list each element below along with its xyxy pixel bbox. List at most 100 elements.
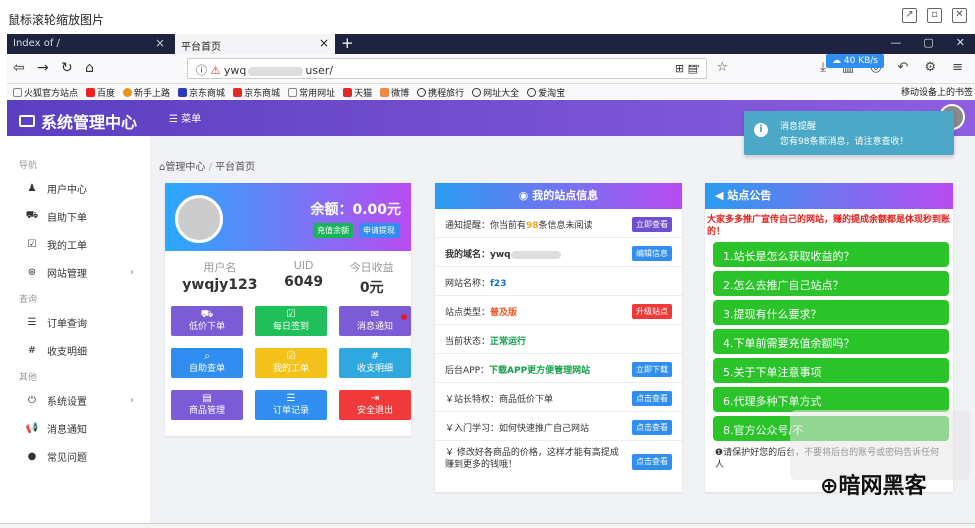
close-tab-icon[interactable]: × [155, 36, 165, 50]
notice-item[interactable]: 4.下单前需要充值余额吗？ [713, 329, 949, 354]
notice-item[interactable]: 5.关于下单注意事项 [713, 358, 949, 383]
bookmark-item[interactable]: 京东商城 [178, 85, 225, 99]
site-row: ￥站长特权：商品低价下单 点击查看 [435, 383, 682, 412]
row-text: 网站名称： [445, 279, 491, 289]
back-icon[interactable]: ⇦ [13, 60, 25, 76]
recharge-button[interactable]: 充值余额 [313, 223, 353, 238]
messages-button[interactable]: ✉ 消息通知 [339, 306, 411, 336]
restore-icon[interactable]: ▫ [927, 8, 942, 23]
click-view-button[interactable]: 点击查看 [632, 391, 672, 406]
popout-icon[interactable]: ↗ [902, 8, 917, 23]
bookmark-item[interactable]: 爱淘宝 [527, 85, 565, 99]
list-icon: ▤ [202, 393, 212, 404]
notice-title: 站点公告 [727, 189, 772, 202]
sidebar-item-settings[interactable]: ⏻ 系统设置 › [7, 386, 150, 414]
bookmark-item[interactable]: 天猫 [343, 85, 372, 99]
row-text: ￥站长特权：商品低价下单 [445, 395, 554, 405]
daily-checkin-button[interactable]: ☑ 每日签到 [255, 306, 327, 336]
maximize-icon[interactable]: ▢ [923, 36, 933, 49]
bookmark-item[interactable]: 微博 [380, 85, 409, 99]
row-highlight: 98 [526, 221, 539, 231]
hash-icon: # [27, 344, 37, 356]
sidebar-item-income[interactable]: # 收支明细 [7, 336, 150, 364]
forward-icon[interactable]: → [37, 60, 49, 76]
my-tickets-button[interactable]: ☑ 我的工单 [255, 348, 327, 378]
bookmark-label: 爱淘宝 [538, 88, 566, 99]
site-info-header: ◉ 我的站点信息 [435, 183, 682, 209]
close-tab-icon[interactable]: × [319, 36, 329, 50]
watermark: ⊕暗网黑客 [820, 474, 927, 499]
bookmark-label: 网址大全 [483, 88, 520, 99]
home-icon[interactable]: ⌂ [85, 60, 94, 76]
click-view-button[interactable]: 点击查看 [632, 420, 672, 435]
notice-item[interactable]: 2.怎么去推广自己站点？ [713, 271, 949, 296]
mobile-bookmarks[interactable]: 移动设备上的书签 [901, 85, 973, 98]
notice-item[interactable]: 1.站长是怎么获取收益的？ [713, 242, 949, 267]
order-record-button[interactable]: ☰ 订单记录 [255, 390, 327, 420]
withdraw-button[interactable]: 申请提现 [359, 223, 399, 238]
new-tab-button[interactable]: + [341, 34, 354, 52]
bookmark-item[interactable]: 网址大全 [472, 85, 519, 99]
sidebar-item-user-center[interactable]: ♟ 用户中心 [7, 174, 150, 202]
bookmark-item[interactable]: 常用网址 [288, 85, 335, 99]
sidebar-item-label: 订单查询 [47, 318, 87, 330]
reload-icon[interactable]: ↻ [61, 60, 73, 76]
url-prefix: ywq [223, 64, 247, 77]
bookmark-label: 天猫 [354, 88, 373, 99]
close-icon[interactable]: ✕ [952, 8, 967, 23]
undo-icon[interactable]: ↶ [898, 60, 909, 75]
sidebar-item-faq[interactable]: ● 常见问题 [7, 442, 150, 470]
user-icon: ♟ [27, 182, 37, 194]
brand[interactable]: 系统管理中心 [19, 109, 137, 133]
sidebar-item-order[interactable]: ⛟ 自助下单 [7, 202, 150, 230]
hash-icon: # [370, 351, 380, 362]
tab-index[interactable]: Index of / × [7, 34, 169, 54]
button-label: 安全退出 [356, 406, 393, 416]
more-icon[interactable]: ··· [688, 60, 700, 75]
breadcrumb-home[interactable]: 管理中心 [165, 162, 205, 173]
edit-info-button[interactable]: 编辑信息 [632, 246, 672, 261]
site-row: 通知提醒：你当前有98条信息未阅读 立即查看 [435, 209, 682, 238]
bookmark-item[interactable]: 携程旅行 [417, 85, 464, 99]
message-toast[interactable]: i 消息提醒 您有98条新消息，请注意查收！ [744, 111, 954, 155]
bookmark-item[interactable]: 新手上路 [123, 85, 170, 99]
bookmark-label: 新手上路 [134, 88, 171, 99]
download-app-button[interactable]: 立即下载 [632, 362, 672, 377]
download-speed-badge: ☁ 40 KB/s [826, 54, 884, 68]
menu-toggle[interactable]: ☰ 菜单 [169, 110, 201, 125]
bookmark-item[interactable]: 百度 [86, 85, 115, 99]
low-price-order-button[interactable]: ⛟ 低价下单 [171, 306, 243, 336]
sidebar-item-messages[interactable]: 📢 消息通知 [7, 414, 150, 442]
sidebar-item-tickets[interactable]: ☑ 我的工单 [7, 230, 150, 258]
view-now-button[interactable]: 立即查看 [632, 217, 672, 232]
site-info-title: 我的站点信息 [532, 189, 599, 202]
toast-title: 消息提醒 [780, 122, 817, 132]
image-viewer-bar: 鼠标滚轮缩放图片 ↗ ▫ ✕ [0, 0, 975, 34]
self-query-button[interactable]: ⌕ 自助查单 [171, 348, 243, 378]
url-bar[interactable]: ⓘ ⚠ ywq user/⊞ ▤ [187, 58, 707, 79]
site-row: 后台APP：下载APP更方便管理网站 立即下载 [435, 354, 682, 383]
window-close-icon[interactable]: ✕ [956, 36, 965, 49]
bookmark-item[interactable]: 京东商城 [233, 85, 280, 99]
bookmark-item[interactable]: 火狐官方站点 [13, 85, 78, 99]
upgrade-site-button[interactable]: 升级站点 [632, 304, 672, 319]
income-button[interactable]: # 收支明细 [339, 348, 411, 378]
site-row: 网站名称：f23 [435, 267, 682, 296]
tab-home[interactable]: 平台首页 × [175, 34, 335, 54]
logout-button[interactable]: ⇥ 安全退出 [339, 390, 411, 420]
toast-body: 您有98条新消息，请注意查收！ [780, 137, 909, 147]
bookmark-label: 百度 [97, 88, 116, 99]
bookmark-label: 京东商城 [189, 88, 226, 99]
product-manage-button[interactable]: ▤ 商品管理 [171, 390, 243, 420]
menu-icon[interactable]: ≡ [952, 60, 963, 75]
minimize-icon[interactable]: — [890, 36, 901, 49]
star-icon[interactable]: ☆ [716, 60, 728, 75]
bookmark-label: 火狐官方站点 [24, 88, 79, 99]
notice-item[interactable]: 3.提现有什么要求？ [713, 300, 949, 325]
sidebar-item-site-manage[interactable]: ⊛ 网站管理 › [7, 258, 150, 286]
sidebar-item-order-query[interactable]: ☰ 订单查询 [7, 308, 150, 336]
gear-icon[interactable]: ⚙ [924, 60, 936, 75]
row-text: ￥入门学习：如何快速推广自己网站 [445, 424, 590, 434]
click-view-button[interactable]: 点击查看 [632, 454, 672, 470]
notice-item[interactable]: 6.代理多种下单方式 [713, 387, 949, 412]
